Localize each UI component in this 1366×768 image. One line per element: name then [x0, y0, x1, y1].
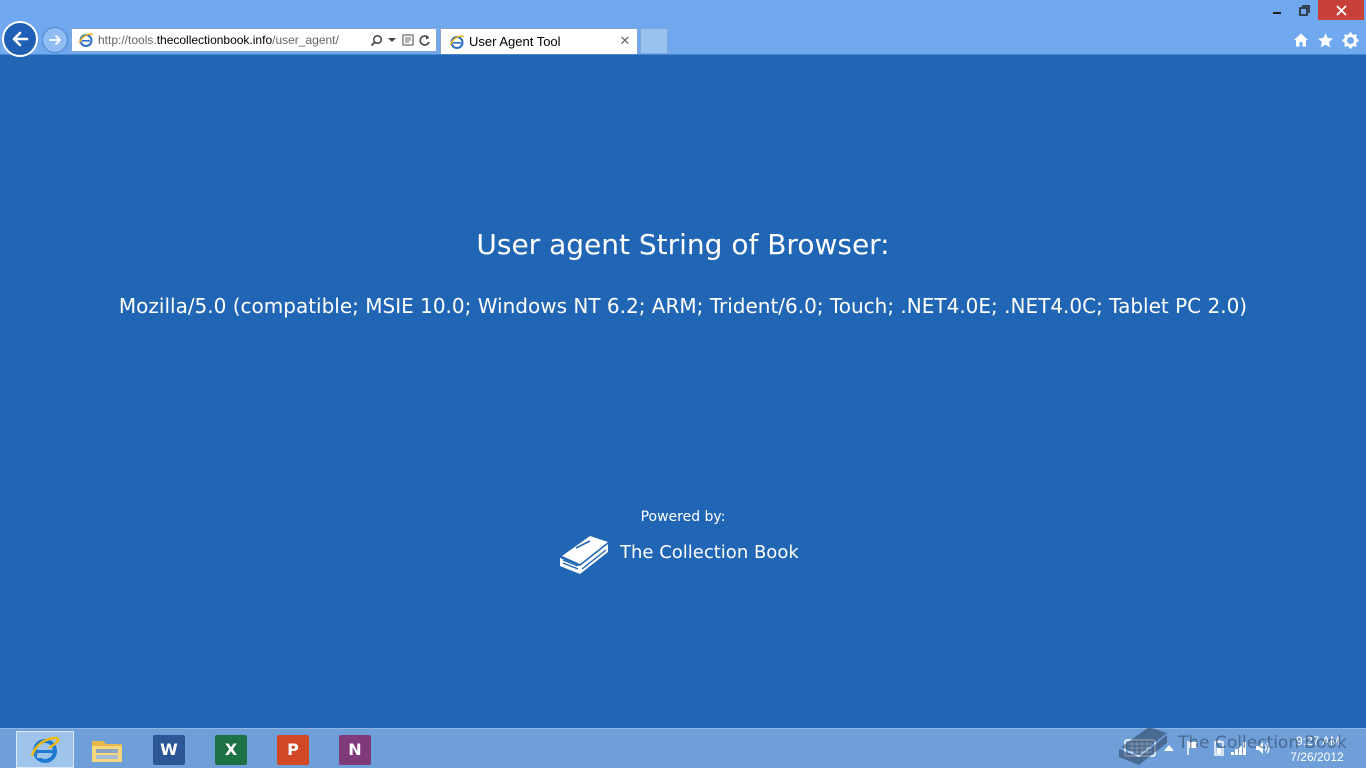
tools-button[interactable] — [1339, 29, 1361, 51]
book-logo-icon — [560, 536, 608, 574]
action-center-flag-icon[interactable] — [1184, 738, 1202, 758]
ie-site-icon — [76, 30, 96, 50]
taskbar-excel[interactable]: X — [202, 731, 260, 768]
address-url[interactable]: http://tools.thecollectionbook.info/user… — [98, 33, 368, 47]
tab-user-agent-tool[interactable]: User Agent Tool ✕ — [440, 28, 638, 54]
powerpoint-icon: P — [277, 734, 309, 765]
compatibility-view-icon[interactable] — [400, 31, 416, 49]
excel-icon: X — [215, 734, 247, 765]
restore-icon — [1298, 4, 1310, 16]
brand-name: The Collection Book — [620, 541, 799, 563]
collection-book-link[interactable]: The Collection Book — [556, 528, 799, 576]
taskbar-internet-explorer[interactable] — [16, 731, 74, 768]
volume-icon[interactable] — [1254, 738, 1272, 758]
url-domain: thecollectionbook.info — [156, 33, 273, 47]
word-icon: W — [153, 734, 185, 765]
taskbar-word[interactable]: W — [140, 731, 198, 768]
touch-keyboard-icon[interactable] — [1122, 738, 1158, 758]
user-agent-string: Mozilla/5.0 (compatible; MSIE 10.0; Wind… — [118, 294, 1248, 318]
star-icon — [1317, 32, 1333, 47]
restore-button[interactable] — [1291, 0, 1317, 20]
taskbar-file-explorer[interactable] — [78, 731, 136, 768]
taskbar-powerpoint[interactable]: P — [264, 731, 322, 768]
clock-date[interactable]: 7/26/2012 — [1286, 750, 1348, 764]
folder-icon — [92, 740, 122, 762]
minimize-button[interactable] — [1264, 0, 1290, 20]
tab-title: User Agent Tool — [469, 34, 561, 49]
close-icon — [1335, 4, 1347, 16]
back-arrow-icon — [12, 31, 29, 47]
battery-icon[interactable] — [1210, 738, 1228, 758]
url-prefix: http://tools. — [98, 33, 157, 47]
internet-explorer-icon — [30, 736, 60, 763]
powered-by-label: Powered by: — [640, 509, 726, 525]
back-button[interactable] — [2, 21, 38, 57]
onenote-icon: N — [339, 734, 371, 765]
ie-site-icon — [447, 32, 467, 52]
address-bar[interactable]: http://tools.thecollectionbook.info/user… — [71, 28, 437, 52]
new-tab-button[interactable] — [640, 28, 668, 54]
page-heading: User agent String of Browser: — [476, 228, 890, 261]
forward-arrow-icon — [49, 35, 61, 45]
gear-icon — [1342, 32, 1358, 48]
clock-time[interactable]: 9:27 AM — [1290, 734, 1346, 748]
network-signal-icon[interactable] — [1230, 738, 1248, 758]
home-button[interactable] — [1290, 29, 1312, 51]
close-window-button[interactable] — [1318, 0, 1364, 20]
refresh-icon[interactable] — [416, 31, 432, 49]
home-icon — [1294, 33, 1308, 47]
close-tab-icon[interactable]: ✕ — [616, 33, 634, 51]
forward-button[interactable] — [42, 27, 68, 53]
show-hidden-icons-icon[interactable] — [1160, 738, 1178, 758]
dropdown-arrow-icon[interactable] — [384, 31, 400, 49]
minimize-icon — [1273, 12, 1281, 14]
taskbar: W X P N — [0, 728, 1366, 768]
search-icon[interactable] — [368, 31, 384, 49]
browser-chrome: http://tools.thecollectionbook.info/user… — [0, 0, 1366, 57]
url-path: /user_agent/ — [272, 33, 339, 47]
taskbar-onenote[interactable]: N — [326, 731, 384, 768]
favorites-button[interactable] — [1314, 29, 1336, 51]
